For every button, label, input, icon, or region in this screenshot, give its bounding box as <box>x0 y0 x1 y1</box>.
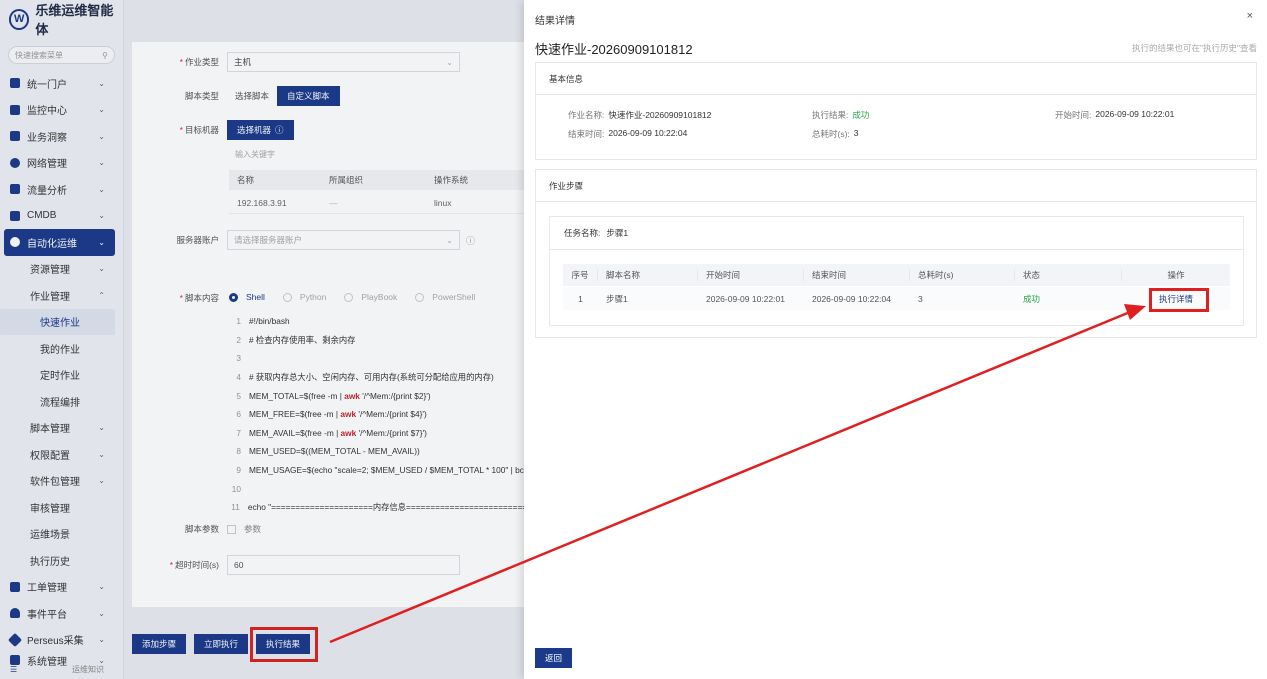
basic-info-panel: 基本信息 作业名称: 快速作业-20260909101812 执行结果: 成功 开始… <box>535 62 1257 160</box>
start-time-field: 开始时间: 2026-09-09 10:22:01 <box>1055 109 1174 121</box>
cell-elapsed: 3 <box>918 293 923 304</box>
field-value: 2026-09-09 10:22:01 <box>1095 109 1175 119</box>
cell-end: 2026-09-09 10:22:04 <box>812 293 891 304</box>
end-time-field: 结束时间: 2026-09-09 10:22:04 <box>568 128 687 140</box>
field-key: 执行结果: <box>812 110 849 120</box>
field-key: 结束时间: <box>568 129 605 139</box>
task-name: 任务名称: 步骤1 <box>550 217 1243 250</box>
field-key: 开始时间: <box>1055 110 1092 120</box>
elapsed-field: 总耗时(s): 3 <box>812 128 859 140</box>
job-steps-panel: 作业步骤 任务名称: 步骤1 序号 脚本名称 开始时间 结束时间 总耗时(s) 状… <box>535 169 1257 338</box>
status-badge: 成功 <box>1023 293 1041 304</box>
field-value: 2026-09-09 10:22:04 <box>608 128 688 138</box>
history-hint: 执行的结果也可在"执行历史"查看 <box>1131 43 1257 53</box>
cell-start: 2026-09-09 10:22:01 <box>706 293 785 304</box>
drawer-title: 结果详情 <box>535 16 575 27</box>
steps-table-header: 序号 脚本名称 开始时间 结束时间 总耗时(s) 状态 操作 <box>563 264 1230 286</box>
field-value: 快速作业-20260909101812 <box>608 110 712 120</box>
cell-index: 1 <box>578 293 583 304</box>
close-icon[interactable]: × <box>1247 10 1253 22</box>
col-index: 序号 <box>563 269 598 281</box>
result-drawer: 结果详情 × 快速作业-20260909101812 执行的结果也可在"执行历史… <box>524 0 1267 679</box>
back-button[interactable]: 返回 <box>535 648 573 668</box>
exec-detail-highlight <box>1149 288 1209 312</box>
job-name-field: 作业名称: 快速作业-20260909101812 <box>568 109 711 121</box>
col-status: 状态 <box>1015 269 1122 281</box>
field-value: 步骤1 <box>606 228 629 238</box>
col-end: 结束时间 <box>804 269 910 281</box>
col-action: 操作 <box>1167 270 1185 280</box>
field-key: 作业名称: <box>568 110 605 120</box>
cell-script-name: 步骤1 <box>606 293 628 304</box>
field-value: 3 <box>853 128 859 138</box>
job-steps-header: 作业步骤 <box>536 170 1256 202</box>
job-title: 快速作业-20260909101812 <box>535 42 693 57</box>
table-row: 1 步骤1 2026-09-09 10:22:01 2026-09-09 10:… <box>563 287 1230 310</box>
field-key: 总耗时(s): <box>812 129 850 139</box>
field-key: 任务名称: <box>564 228 601 238</box>
result-field: 执行结果: 成功 <box>812 109 869 121</box>
col-script-name: 脚本名称 <box>598 269 698 281</box>
basic-info-header: 基本信息 <box>536 63 1256 95</box>
col-elapsed: 总耗时(s) <box>910 269 1015 281</box>
drawer-overlay[interactable] <box>0 0 524 679</box>
col-start: 开始时间 <box>698 269 804 281</box>
status-badge: 成功 <box>852 110 870 120</box>
task-panel: 任务名称: 步骤1 序号 脚本名称 开始时间 结束时间 总耗时(s) 状态 操作 … <box>549 216 1244 326</box>
